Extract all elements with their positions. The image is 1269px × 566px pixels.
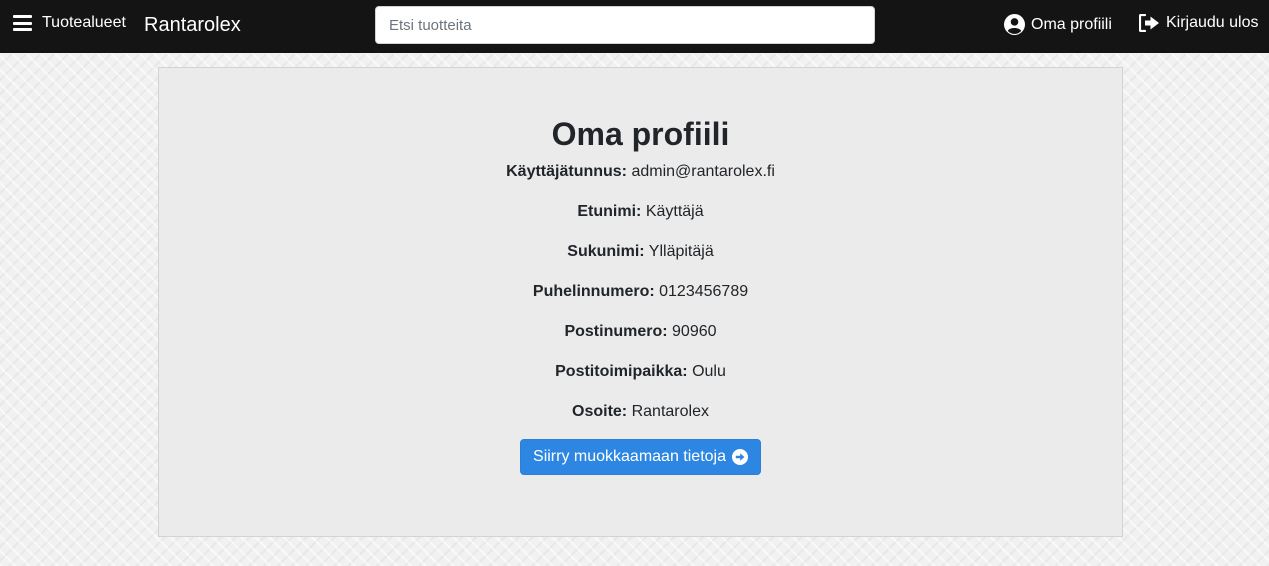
profile-link-label: Oma profiili — [1031, 15, 1112, 33]
bars-icon — [13, 15, 32, 31]
profile-field-city: Postitoimipaikka: Oulu — [159, 363, 1122, 381]
field-label: Puhelinnumero: — [532, 283, 655, 300]
profile-link[interactable]: Oma profiili — [1004, 14, 1112, 35]
profile-field-lastname: Sukunimi: Ylläpitäjä — [159, 243, 1122, 261]
profile-field-address: Osoite: Rantarolex — [159, 403, 1122, 421]
page-title: Oma profiili — [551, 116, 730, 152]
categories-menu-button[interactable]: Tuotealueet — [13, 14, 126, 32]
logout-link[interactable]: Kirjaudu ulos — [1139, 14, 1259, 32]
field-label: Etunimi: — [577, 203, 642, 220]
field-value: Ylläpitäjä — [648, 243, 714, 260]
field-value: 90960 — [672, 323, 717, 340]
field-label: Sukunimi: — [567, 243, 645, 260]
user-circle-icon — [1004, 14, 1025, 35]
search-input[interactable] — [375, 6, 875, 44]
profile-field-username: Käyttäjätunnus: admin@rantarolex.fi — [159, 163, 1122, 181]
top-navbar: Tuotealueet Rantarolex Oma profiili Kirj… — [0, 0, 1269, 53]
profile-field-postal-code: Postinumero: 90960 — [159, 323, 1122, 341]
field-value: Rantarolex — [631, 403, 709, 420]
edit-profile-button-label: Siirry muokkaamaan tietoja — [533, 448, 726, 465]
field-value: Käyttäjä — [645, 203, 704, 220]
field-label: Käyttäjätunnus: — [506, 163, 628, 180]
profile-field-phone: Puhelinnumero: 0123456789 — [159, 283, 1122, 301]
arrow-circle-right-icon — [731, 449, 748, 465]
field-value: Oulu — [692, 363, 726, 380]
edit-profile-button[interactable]: Siirry muokkaamaan tietoja — [520, 439, 761, 475]
field-value: admin@rantarolex.fi — [631, 163, 775, 180]
sign-out-icon — [1139, 14, 1159, 32]
brand-link[interactable]: Rantarolex — [144, 14, 241, 37]
categories-menu-label: Tuotealueet — [42, 14, 126, 31]
profile-card: Oma profiili Käyttäjätunnus: admin@ranta… — [158, 67, 1123, 537]
field-value: 0123456789 — [659, 283, 749, 300]
field-label: Postitoimipaikka: — [555, 363, 688, 380]
logout-link-label: Kirjaudu ulos — [1166, 14, 1259, 31]
field-label: Postinumero: — [564, 323, 668, 340]
profile-field-firstname: Etunimi: Käyttäjä — [159, 203, 1122, 221]
field-label: Osoite: — [572, 403, 628, 420]
